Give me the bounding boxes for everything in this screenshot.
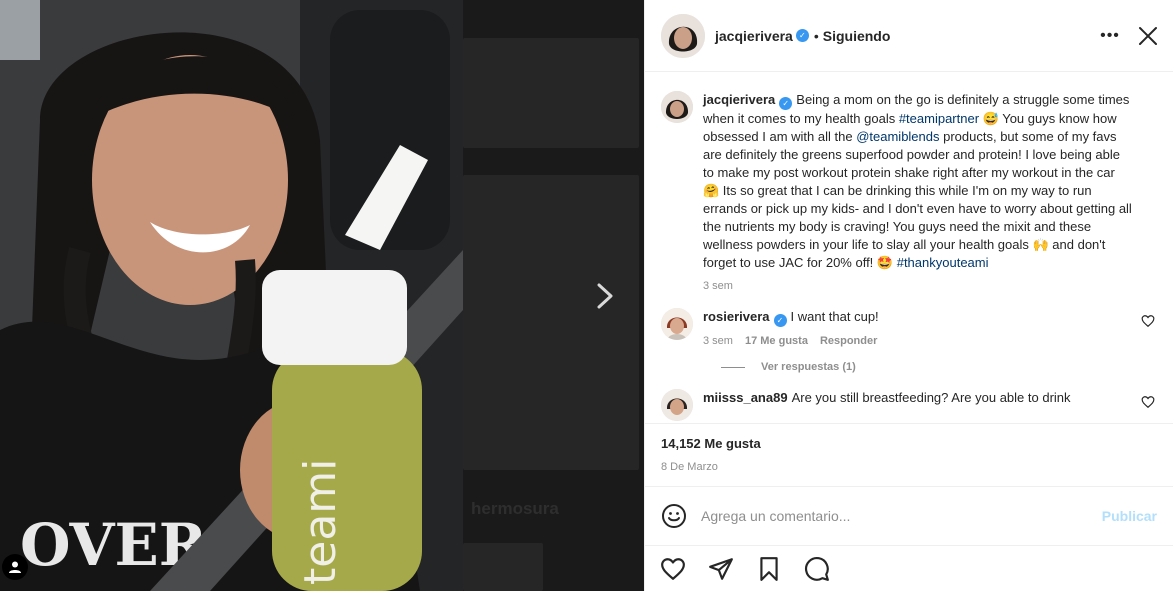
comment-meta: 3 sem 17 Me gusta Responder bbox=[703, 335, 1133, 347]
speech-bubble-icon bbox=[805, 556, 829, 581]
commenter-avatar[interactable] bbox=[661, 389, 693, 421]
verified-badge-icon: ✓ bbox=[779, 97, 793, 110]
save-button[interactable] bbox=[753, 553, 785, 585]
caption-username[interactable]: jacqierivera bbox=[703, 92, 775, 107]
comment-time[interactable]: 3 sem bbox=[703, 335, 733, 347]
comment-like-heart-icon[interactable] bbox=[1141, 395, 1155, 409]
comments-list[interactable]: jacqierivera ✓ Being a mom on the go is de… bbox=[645, 73, 1173, 423]
commenter-avatar[interactable] bbox=[661, 308, 693, 340]
comment-row: rosierivera ✓ I want that cup! 3 sem 17 Me… bbox=[661, 308, 1157, 347]
caption-body: jacqierivera ✓ Being a mom on the go is de… bbox=[703, 91, 1133, 292]
more-options-icon[interactable]: ••• bbox=[1100, 26, 1120, 46]
hashtag-link[interactable]: #teamipartner bbox=[899, 111, 979, 126]
comment-like-heart-icon[interactable] bbox=[1141, 314, 1155, 328]
comment-likes[interactable]: 17 Me gusta bbox=[745, 335, 808, 347]
caption-text-part: products, but some of my favs are defini… bbox=[703, 129, 1132, 270]
caption-row: jacqierivera ✓ Being a mom on the go is de… bbox=[661, 91, 1157, 292]
author-avatar[interactable] bbox=[661, 13, 705, 58]
instagram-post-modal: OVER teami hermosura jacqierivera ✓ • Si… bbox=[0, 0, 1173, 591]
author-username[interactable]: jacqierivera bbox=[715, 28, 793, 44]
following-button[interactable]: Siguiendo bbox=[823, 28, 891, 44]
comment-body: rosierivera ✓ I want that cup! 3 sem 17 Me… bbox=[703, 308, 1133, 347]
user-tags-icon[interactable] bbox=[2, 554, 28, 580]
heart-icon bbox=[661, 557, 685, 580]
commenter-username[interactable]: miisss_ana89 bbox=[703, 390, 788, 405]
caption-avatar[interactable] bbox=[661, 91, 693, 123]
verified-badge-icon: ✓ bbox=[795, 29, 809, 42]
like-button[interactable] bbox=[657, 553, 689, 585]
likes-section: 14,152 Me gusta 8 De Marzo bbox=[645, 423, 1173, 485]
backdrop-tile bbox=[463, 38, 639, 148]
comment-row: miisss_ana89 Are you still breastfeeding?… bbox=[661, 389, 1157, 421]
comment-content: I want that cup! bbox=[790, 309, 879, 324]
verified-badge-icon: ✓ bbox=[773, 314, 787, 327]
post-photo[interactable]: OVER teami bbox=[0, 0, 463, 591]
post-date[interactable]: 8 De Marzo bbox=[661, 461, 1157, 473]
paper-plane-icon bbox=[709, 557, 733, 580]
page-backdrop: hermosura bbox=[463, 0, 644, 591]
commenter-username[interactable]: rosierivera bbox=[703, 309, 770, 324]
reply-button[interactable]: Responder bbox=[820, 335, 877, 347]
comment-button[interactable] bbox=[801, 553, 833, 585]
comment-content: Are you still breastfeeding? Are you abl… bbox=[791, 390, 1071, 405]
add-comment-bar: Publicar bbox=[645, 486, 1173, 544]
caption-time[interactable]: 3 sem bbox=[703, 280, 733, 292]
post-actions bbox=[645, 545, 1173, 591]
backdrop-text: hermosura bbox=[471, 499, 559, 518]
hashtag-link[interactable]: #thankyouteami bbox=[897, 255, 989, 270]
selfie-photo-illustration: OVER teami bbox=[0, 0, 463, 591]
mention-link[interactable]: @teamiblends bbox=[856, 129, 939, 144]
replies-line bbox=[721, 366, 745, 368]
emoji-icon[interactable] bbox=[661, 503, 687, 529]
separator-dot: • bbox=[813, 27, 819, 44]
backdrop-tile bbox=[463, 175, 639, 470]
likes-count[interactable]: 14,152 Me gusta bbox=[661, 436, 1157, 451]
bookmark-icon bbox=[760, 556, 778, 581]
comment-text: rosierivera ✓ I want that cup! bbox=[703, 308, 1133, 327]
caption-text: jacqierivera ✓ Being a mom on the go is de… bbox=[703, 91, 1133, 272]
svg-text:teami: teami bbox=[295, 459, 346, 585]
caption-meta: 3 sem bbox=[703, 280, 1133, 292]
comment-input[interactable] bbox=[701, 507, 1091, 524]
next-post-arrow-icon[interactable] bbox=[591, 280, 619, 312]
view-replies-label: Ver respuestas (1) bbox=[761, 361, 856, 373]
backdrop-tile bbox=[463, 543, 543, 591]
publish-button[interactable]: Publicar bbox=[1102, 508, 1157, 524]
post-header: jacqierivera ✓ • Siguiendo ••• bbox=[645, 0, 1173, 72]
comment-text: miisss_ana89 Are you still breastfeeding?… bbox=[703, 389, 1133, 407]
share-button[interactable] bbox=[705, 553, 737, 585]
view-replies-button[interactable]: Ver respuestas (1) bbox=[721, 361, 1157, 373]
comment-body: miisss_ana89 Are you still breastfeeding?… bbox=[703, 389, 1133, 421]
post-panel: jacqierivera ✓ • Siguiendo ••• jacqieriv… bbox=[644, 0, 1173, 591]
close-icon[interactable] bbox=[1135, 23, 1161, 49]
